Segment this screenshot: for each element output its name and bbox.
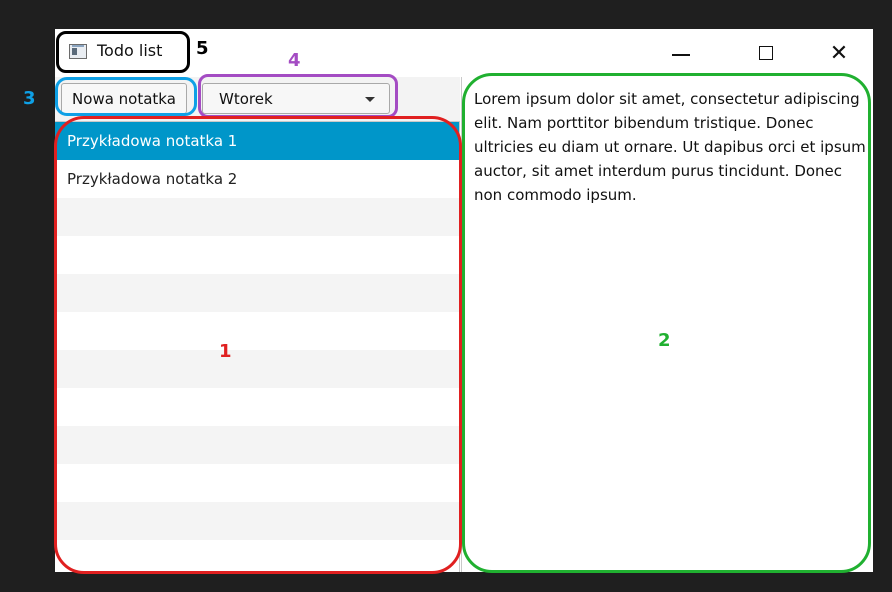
- annotation-list-outline: [54, 116, 462, 574]
- annotation-label-title: 5: [196, 38, 209, 59]
- minimize-icon: [672, 54, 690, 56]
- screenshot-canvas: Todo list ✕ Nowa notatka Wtorek Przykład…: [0, 0, 892, 592]
- annotation-title-outline: [56, 31, 190, 73]
- annotation-label-list: 1: [219, 341, 232, 362]
- annotation-button-outline: [55, 77, 197, 116]
- annotation-label-button: 3: [23, 88, 36, 109]
- maximize-button[interactable]: [738, 29, 794, 77]
- minimize-button[interactable]: [653, 29, 709, 77]
- annotation-label-content: 2: [658, 330, 671, 351]
- close-button[interactable]: ✕: [811, 29, 867, 77]
- annotation-label-select: 4: [288, 50, 301, 71]
- close-icon: ✕: [829, 40, 849, 66]
- annotation-select-outline: [198, 74, 398, 118]
- annotation-content-outline: [462, 73, 871, 573]
- maximize-icon: [759, 46, 773, 60]
